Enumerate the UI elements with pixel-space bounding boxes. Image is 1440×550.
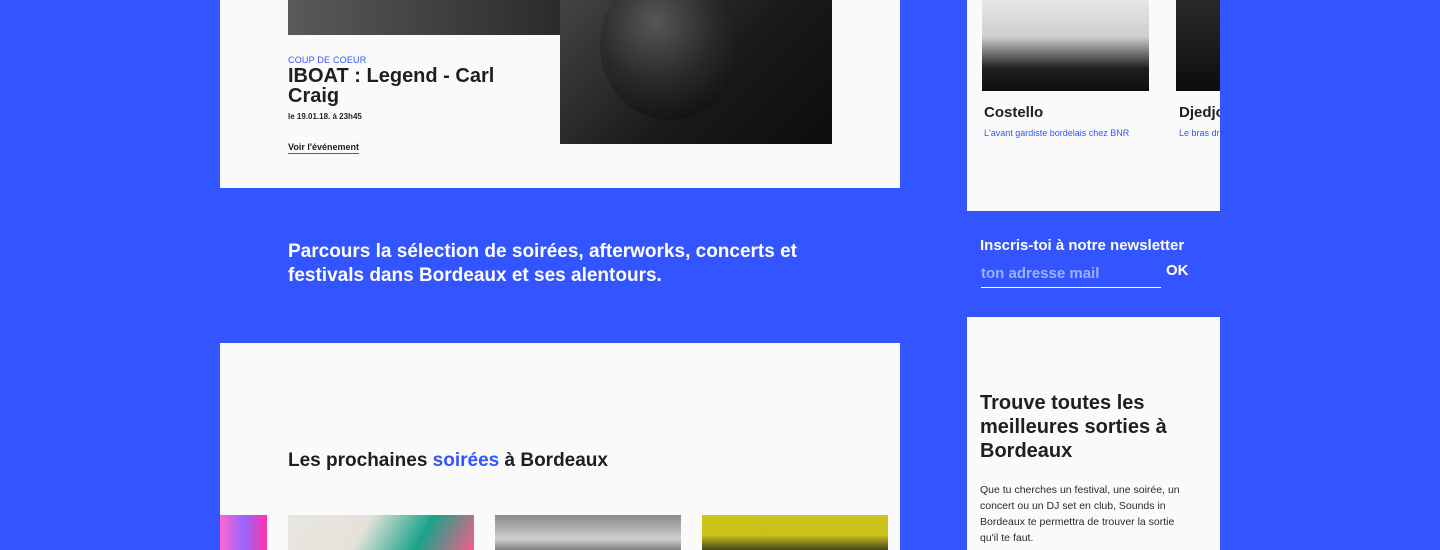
- dj-description: L'avant gardiste bordelais chez BNR: [984, 128, 1130, 138]
- dj-card-edge: [960, 0, 967, 32]
- upcoming-events-card: Les prochaines soirées à Bordeaux: [220, 343, 900, 550]
- featured-event-card: COUP DE COEUR IBOAT : Legend - Carl Crai…: [220, 0, 900, 188]
- event-thumbnail[interactable]: [495, 515, 681, 550]
- newsletter-submit-button[interactable]: OK: [1166, 262, 1189, 279]
- dj-name[interactable]: Djedjo: [1179, 104, 1220, 121]
- upcoming-title-accent[interactable]: soirées: [433, 450, 500, 471]
- dj-carousel-card: Costello L'avant gardiste bordelais chez…: [967, 0, 1220, 211]
- sorties-title: Trouve toutes les meilleures sorties à B…: [980, 392, 1167, 462]
- event-thumbnail[interactable]: [288, 515, 474, 550]
- featured-image-top: [288, 0, 560, 35]
- sorties-info-card: Trouve toutes les meilleures sorties à B…: [967, 317, 1220, 550]
- featured-event-image[interactable]: [560, 0, 832, 144]
- sorties-description: Que tu cherches un festival, une soirée,…: [980, 484, 1180, 544]
- dj-name[interactable]: Costello: [984, 104, 1043, 121]
- newsletter-title: Inscris-toi à notre newsletter: [980, 237, 1185, 254]
- dj-photo[interactable]: [982, 0, 1149, 91]
- featured-label: COUP DE COEUR: [288, 55, 367, 65]
- dj-photo[interactable]: [1176, 0, 1220, 91]
- featured-event-link[interactable]: Voir l'événement: [288, 142, 359, 154]
- upcoming-title-after: à Bordeaux: [499, 450, 608, 471]
- event-thumbnail[interactable]: [702, 515, 888, 550]
- intro-text: Parcours la sélection de soirées, afterw…: [288, 241, 798, 286]
- newsletter-email-input[interactable]: [981, 259, 1161, 288]
- artist-photo: [600, 0, 740, 120]
- featured-date: le 19.01.18. à 23h45: [288, 112, 362, 121]
- upcoming-title: Les prochaines soirées à Bordeaux: [288, 450, 608, 472]
- upcoming-title-before: Les prochaines: [288, 450, 433, 471]
- dj-description: Le bras dr: [1179, 128, 1220, 138]
- event-thumbnail[interactable]: [220, 515, 267, 550]
- featured-title[interactable]: IBOAT : Legend - Carl Craig: [288, 66, 528, 106]
